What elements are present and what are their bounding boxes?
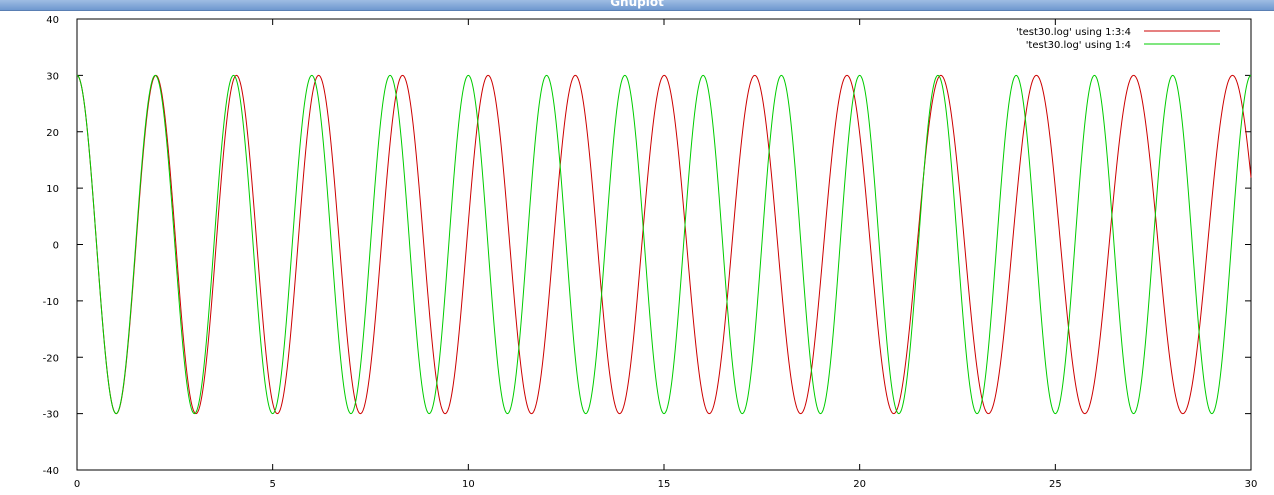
x-tick-label: 20	[853, 479, 866, 490]
x-tick-label: 25	[1049, 479, 1062, 490]
x-tick-label: 0	[74, 479, 80, 490]
legend: 'test30.log' using 1:3:4 'test30.log' usi…	[1016, 27, 1220, 51]
y-tick-label: -10	[43, 297, 59, 308]
plot-area: 40 30 20 10 0 -10 -20 -30 -40 0 5 10 15 20 25 30 'test3…	[43, 15, 1258, 490]
y-tick-label: 0	[53, 241, 59, 252]
y-tick-label: 30	[46, 71, 59, 82]
legend-entry-red-label: 'test30.log' using 1:3:4	[1016, 27, 1131, 38]
x-tick-label: 15	[658, 479, 671, 490]
x-tick-label: 10	[462, 479, 475, 490]
y-tick-label: -20	[43, 353, 59, 364]
series-line-green	[76, 74, 1252, 415]
series-layer	[76, 74, 1252, 415]
y-tick-label: 40	[46, 15, 59, 26]
x-tick-label: 30	[1245, 479, 1258, 490]
axis-tick-labels: 40 30 20 10 0 -10 -20 -30 -40 0 5 10 15 20 25 30	[43, 15, 1258, 490]
y-tick-label: -40	[43, 466, 59, 477]
x-tick-label: 5	[269, 479, 275, 490]
y-tick-label: 10	[46, 184, 59, 195]
legend-entry-green-label: 'test30.log' using 1:4	[1026, 40, 1131, 51]
y-tick-label: 20	[46, 128, 59, 139]
y-tick-label: -30	[43, 410, 59, 421]
